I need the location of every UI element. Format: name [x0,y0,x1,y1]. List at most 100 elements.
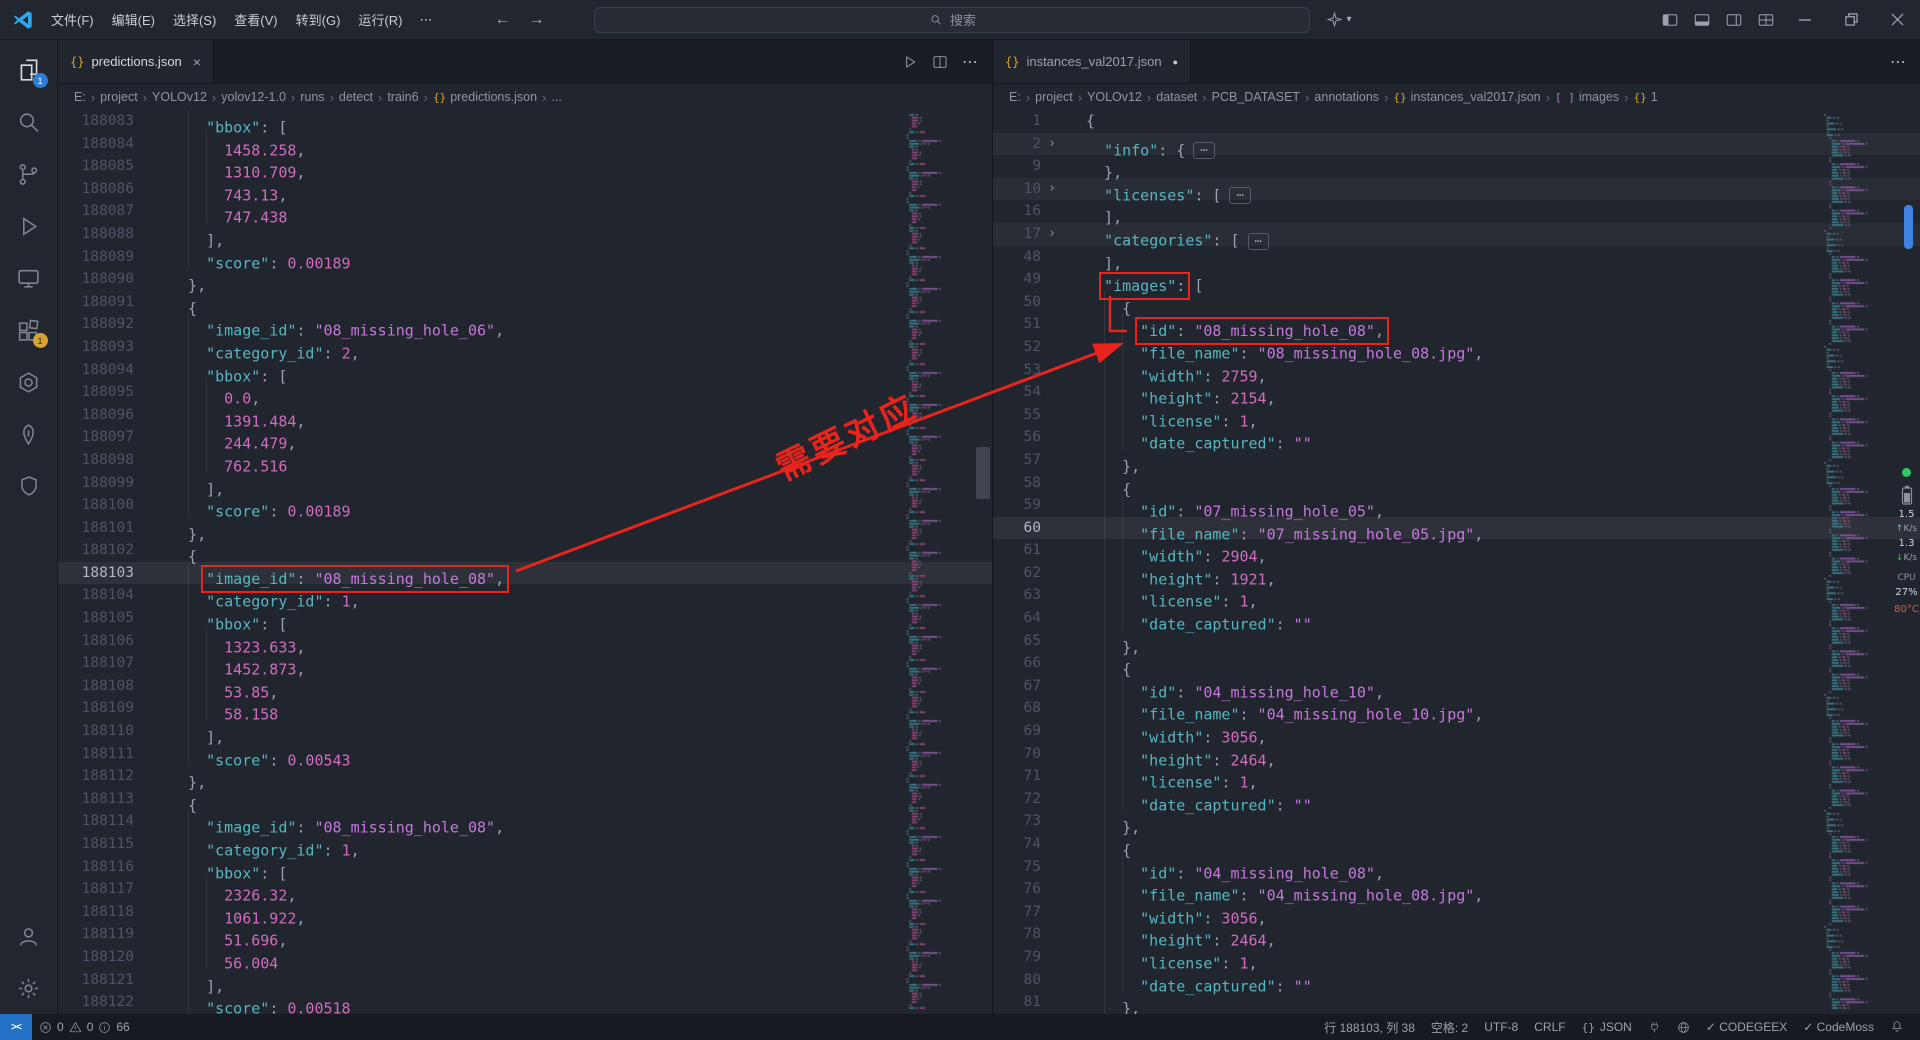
code-line-188085[interactable]: 1880851310.709, [58,155,992,178]
breadcrumb-item[interactable]: dataset [1156,90,1197,104]
code-line-188094[interactable]: 188094"bbox": [ [58,359,992,382]
breadcrumb-item[interactable]: project [100,90,138,104]
code-line-188083[interactable]: 188083"bbox": [ [58,110,992,133]
menu-item-0[interactable]: 文件(F) [42,5,103,34]
breadcrumb-item[interactable]: yolov12-1.0 [221,90,286,104]
code-line-188088[interactable]: 188088], [58,223,992,246]
editor-instances-val2017-json[interactable]: 1.5 ↑K/s 1.3 ↓K/s CPU 27% 80°C 1{2›"info… [993,110,1920,1014]
cursor-position[interactable]: 行 188103, 列 38 [1316,1019,1423,1036]
fold-chevron-icon[interactable]: › [1041,223,1063,246]
breadcrumb-item[interactable]: YOLOv12 [152,90,207,104]
code-line-188107[interactable]: 1881071452.873, [58,652,992,675]
code-line-57[interactable]: 57}, [993,449,1920,472]
breadcrumb-item[interactable]: {}predictions.json [433,90,537,104]
code-line-60[interactable]: 60"file_name": "07_missing_hole_05.jpg", [993,517,1920,540]
dirty-indicator-icon[interactable]: ● [1173,57,1178,67]
explorer-icon[interactable]: 1 [0,44,58,96]
breadcrumb-item[interactable]: {}1 [1633,90,1657,104]
code-line-73[interactable]: 73}, [993,810,1920,833]
breadcrumb-item[interactable]: PCB_DATASET [1212,90,1300,104]
breadcrumb-item[interactable]: [ ]images [1555,90,1619,104]
code-line-188087[interactable]: 188087747.438 [58,200,992,223]
code-line-188089[interactable]: 188089"score": 0.00189 [58,246,992,269]
minimize-button[interactable] [1782,0,1828,40]
toggle-secondary-sidebar-icon[interactable] [1718,6,1750,34]
code-line-188120[interactable]: 18812056.004 [58,946,992,969]
folded-code-pill[interactable]: ⋯ [1229,187,1250,204]
breadcrumb-item[interactable]: project [1035,90,1073,104]
close-tab-icon[interactable]: × [193,54,201,70]
tab-instances-val2017-json[interactable]: {} instances_val2017.json ● [993,40,1191,83]
code-line-188122[interactable]: 188122"score": 0.00518 [58,991,992,1014]
code-line-72[interactable]: 72"date_captured": "" [993,788,1920,811]
openai-icon[interactable] [0,356,58,408]
code-line-67[interactable]: 67"id": "04_missing_hole_10", [993,675,1920,698]
restore-button[interactable] [1828,0,1874,40]
back-icon[interactable]: ← [492,11,512,29]
breadcrumb-item[interactable]: YOLOv12 [1087,90,1142,104]
code-line-76[interactable]: 76"file_name": "04_missing_hole_08.jpg", [993,878,1920,901]
accounts-icon[interactable] [0,910,58,962]
ports-icon[interactable] [1640,1021,1669,1034]
minimap[interactable] [900,110,972,1014]
code-line-62[interactable]: 62"height": 1921, [993,562,1920,585]
tools-extension-icon[interactable] [0,460,58,512]
code-line-188109[interactable]: 18810958.158 [58,697,992,720]
code-line-188108[interactable]: 18810853.85, [58,675,992,698]
breadcrumb-item[interactable]: train6 [387,90,418,104]
problems-status[interactable]: 0 0 66 [32,1014,137,1040]
code-line-188112[interactable]: 188112}, [58,765,992,788]
code-line-49[interactable]: 49"images": [ [993,268,1920,291]
code-line-188121[interactable]: 188121], [58,969,992,992]
code-line-188104[interactable]: 188104"category_id": 1, [58,584,992,607]
code-line-188100[interactable]: 188100"score": 0.00189 [58,494,992,517]
code-line-54[interactable]: 54"height": 2154, [993,381,1920,404]
code-line-188095[interactable]: 1880950.0, [58,381,992,404]
toggle-sidebar-icon[interactable] [1654,6,1686,34]
tab-predictions-json[interactable]: {} predictions.json × [58,40,214,83]
code-line-188093[interactable]: 188093"category_id": 2, [58,336,992,359]
menu-item-3[interactable]: 查看(V) [225,5,286,34]
notifications-bell-icon[interactable] [1882,1020,1912,1034]
breadcrumb-item[interactable]: E: [74,90,86,104]
code-line-52[interactable]: 52"file_name": "08_missing_hole_08.jpg", [993,336,1920,359]
code-line-55[interactable]: 55"license": 1, [993,404,1920,427]
breadcrumb-item[interactable]: detect [339,90,373,104]
code-line-68[interactable]: 68"file_name": "04_missing_hole_10.jpg", [993,697,1920,720]
code-line-56[interactable]: 56"date_captured": "" [993,426,1920,449]
remote-explorer-icon[interactable] [0,252,58,304]
code-line-188103[interactable]: 188103"image_id": "08_missing_hole_08", [58,562,992,585]
breadcrumb-item[interactable]: runs [300,90,324,104]
settings-gear-icon[interactable] [0,962,58,1014]
code-line-78[interactable]: 78"height": 2464, [993,923,1920,946]
scrollbar-thumb[interactable] [976,447,990,499]
code-line-70[interactable]: 70"height": 2464, [993,743,1920,766]
code-line-188106[interactable]: 1881061323.633, [58,630,992,653]
code-line-75[interactable]: 75"id": "04_missing_hole_08", [993,856,1920,879]
code-line-71[interactable]: 71"license": 1, [993,765,1920,788]
code-line-188114[interactable]: 188114"image_id": "08_missing_hole_08", [58,810,992,833]
code-line-188111[interactable]: 188111"score": 0.00543 [58,743,992,766]
source-control-icon[interactable] [0,148,58,200]
code-line-188116[interactable]: 188116"bbox": [ [58,856,992,879]
run-file-icon[interactable] [902,54,918,70]
codegeex-status[interactable]: ✓ CODEGEEX [1698,1020,1795,1034]
code-line-188105[interactable]: 188105"bbox": [ [58,607,992,630]
code-line-188117[interactable]: 1881172326.32, [58,878,992,901]
breadcrumb-item[interactable]: ... [551,90,561,104]
code-line-17[interactable]: 17›"categories": [⋯ [993,223,1920,246]
code-line-188119[interactable]: 18811951.696, [58,923,992,946]
codemoss-status[interactable]: ✓ CodeMoss [1795,1020,1882,1034]
code-line-188098[interactable]: 188098762.516 [58,449,992,472]
customize-layout-icon[interactable] [1750,6,1782,34]
minimap[interactable] [1820,110,1892,1014]
code-line-188097[interactable]: 188097244.479, [58,426,992,449]
close-window-button[interactable] [1874,0,1920,40]
run-debug-icon[interactable] [0,200,58,252]
code-line-188096[interactable]: 1880961391.484, [58,404,992,427]
menu-item-1[interactable]: 编辑(E) [103,5,164,34]
code-line-59[interactable]: 59"id": "07_missing_hole_05", [993,494,1920,517]
breadcrumb-item[interactable]: E: [1009,90,1021,104]
code-line-188110[interactable]: 188110], [58,720,992,743]
code-line-188101[interactable]: 188101}, [58,517,992,540]
